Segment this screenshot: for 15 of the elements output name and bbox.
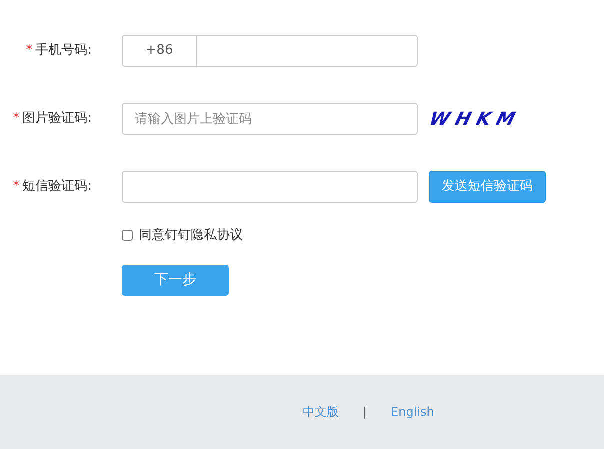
input-field[interactable]: 请输入图片上验证码 bbox=[122, 103, 418, 135]
country-code: +86 bbox=[123, 36, 197, 66]
input-field[interactable] bbox=[122, 171, 418, 203]
language-link[interactable]: 中文版 bbox=[303, 403, 339, 421]
agreement-checkbox[interactable] bbox=[122, 230, 133, 242]
next-button[interactable]: 下一步 bbox=[122, 264, 229, 296]
field-label: * 手机号码: bbox=[25, 42, 92, 60]
field-label: * 短信验证码: bbox=[12, 178, 92, 196]
language-link[interactable]: English bbox=[391, 403, 434, 421]
captcha-image[interactable]: WHKM bbox=[426, 106, 524, 132]
field-label: * 图片验证码: bbox=[12, 110, 92, 128]
input-field[interactable]: +86 bbox=[122, 35, 418, 67]
send-code-button[interactable]: 发送短信验证码 bbox=[429, 171, 546, 203]
agreement-label[interactable]: 同意钉钉隐私协议 bbox=[139, 226, 243, 246]
separator: | bbox=[363, 404, 368, 421]
